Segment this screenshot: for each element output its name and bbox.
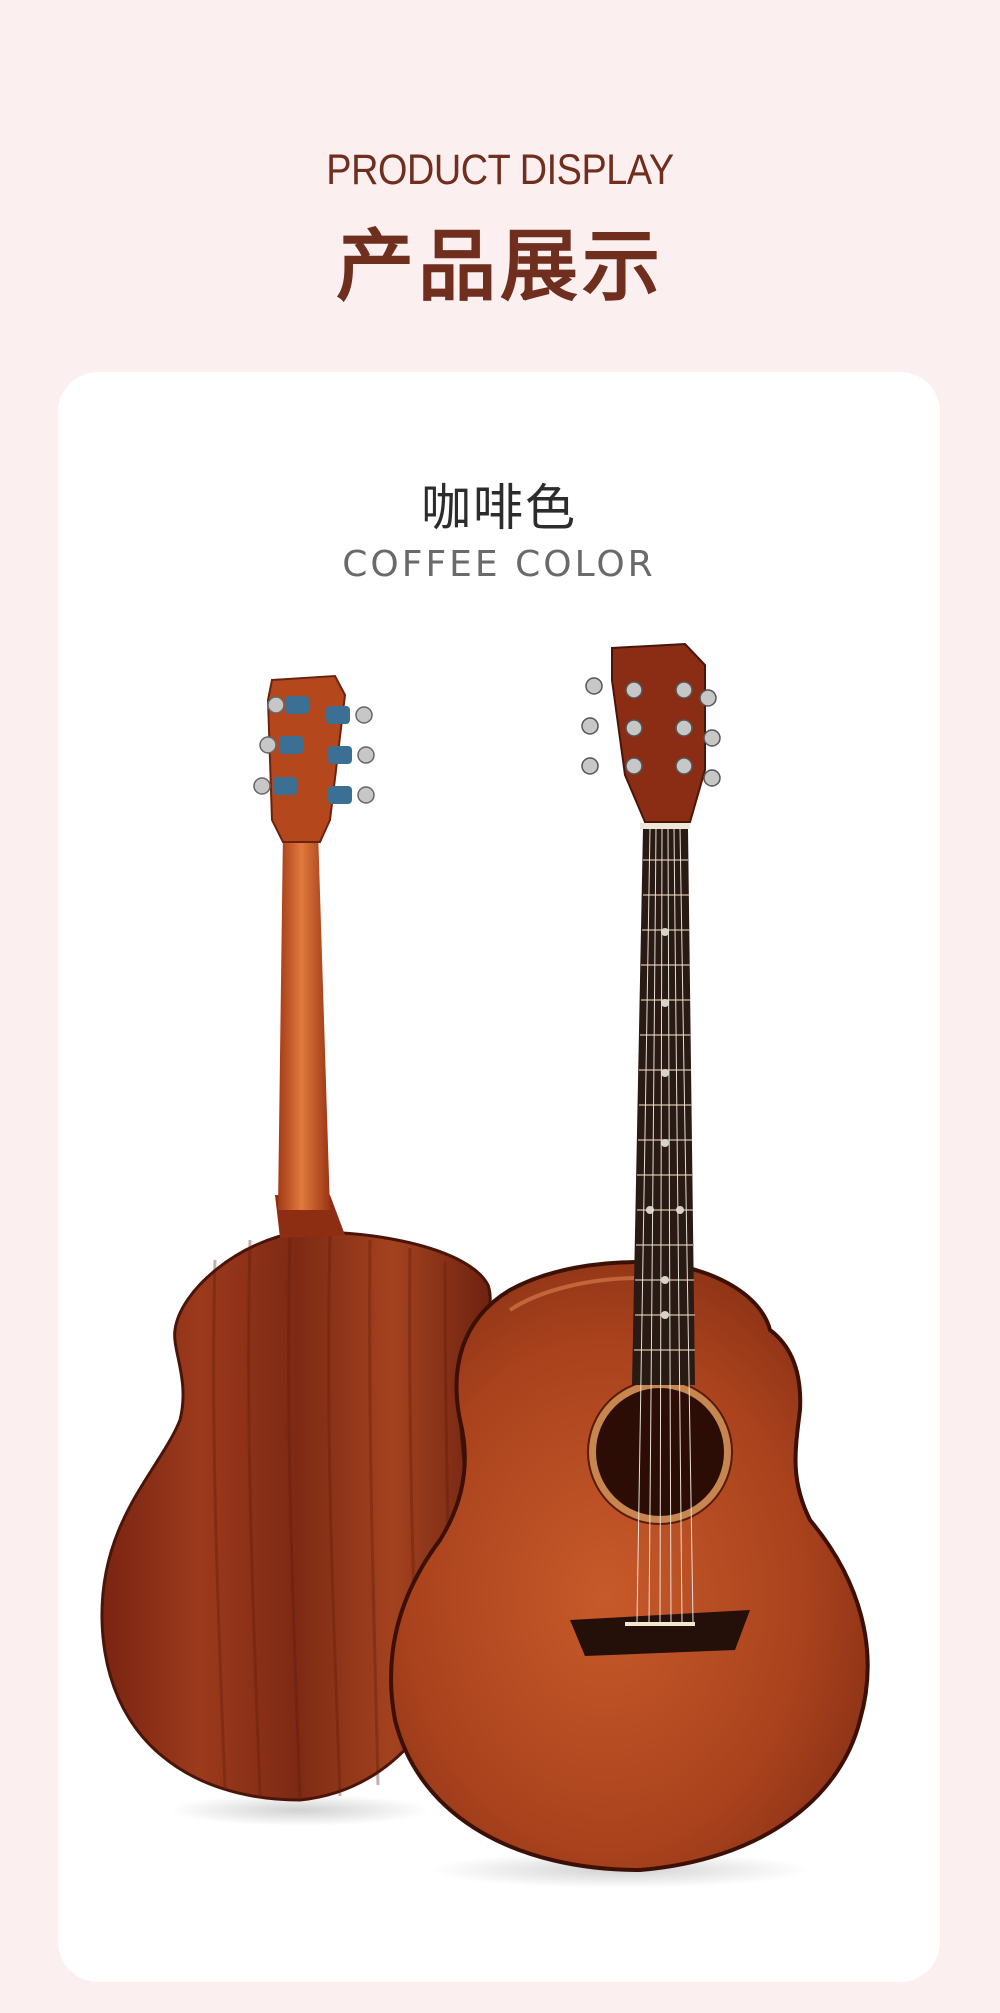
product-photo xyxy=(100,642,870,1888)
guitar-front-view xyxy=(389,642,870,1873)
